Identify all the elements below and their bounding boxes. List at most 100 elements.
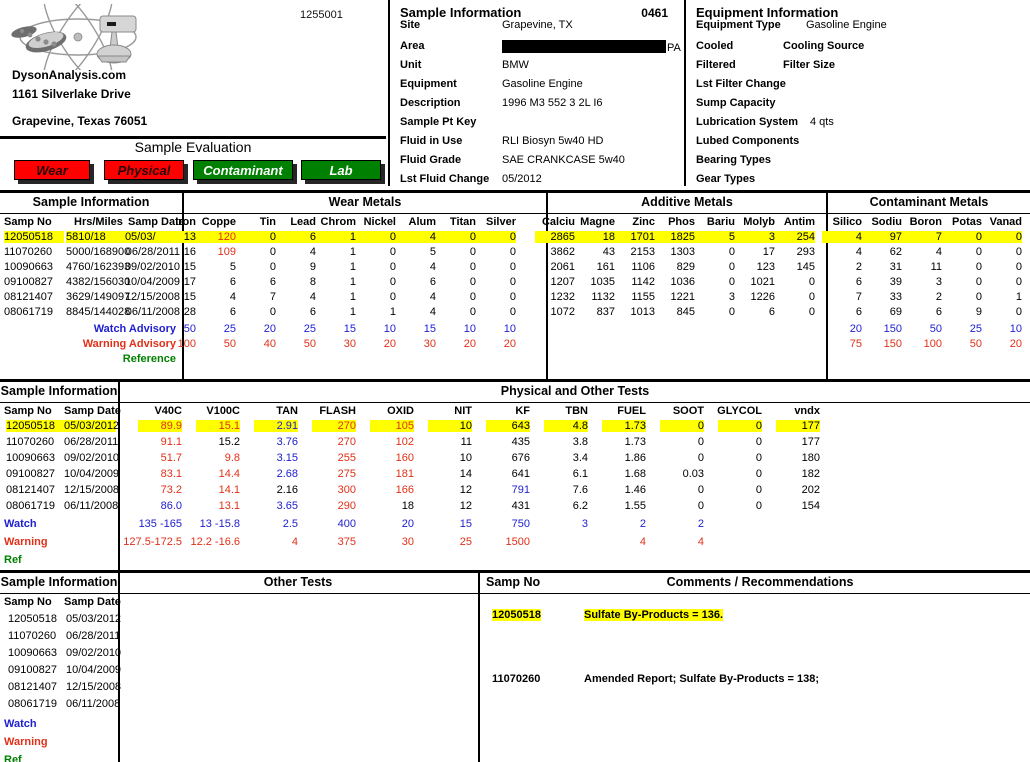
wear-metal-value: 8: [309, 276, 316, 288]
field-lst-filter-change: Lst Filter Change: [688, 78, 1030, 97]
wear-metals-header-silver: Silver: [486, 216, 516, 228]
field-unit: Unit BMW: [392, 59, 682, 78]
contaminant-metal-value: 0: [1015, 306, 1022, 318]
field-sample-pt-key: Sample Pt Key: [392, 116, 682, 135]
other-samp-date: 06/11/2008: [66, 698, 121, 710]
wear-metal-value: 4: [229, 291, 236, 303]
physical-test-value: 12: [459, 484, 472, 496]
physical-test-value: 676: [511, 452, 530, 464]
physical-test-value: 1.73: [624, 436, 646, 448]
physical-samp-no: 08061719: [6, 500, 55, 512]
field-site: Site Grapevine, TX: [392, 19, 682, 38]
field-site-value: Grapevine, TX: [502, 19, 573, 31]
field-equipment-label: Equipment: [400, 78, 457, 90]
physical-test-value: 0: [755, 436, 762, 448]
physical-test-value: 3.4: [572, 452, 588, 464]
physical-test-value: 14.4: [218, 468, 240, 480]
physical-watch-value: 3: [581, 518, 588, 530]
company-name: DysonAnalysis.com: [12, 68, 127, 82]
field-description-label: Description: [400, 97, 461, 109]
additive-metals-header-zinc: Zinc: [632, 216, 655, 228]
wear-metal-value: 6: [229, 276, 236, 288]
group-title-sample-information: Sample Information: [32, 195, 150, 209]
physical-test-value: 12: [459, 500, 472, 512]
field-sump-capacity-label: Sump Capacity: [696, 97, 776, 109]
physical-test-value: 0: [697, 452, 704, 464]
field-cooled-label: Cooled: [696, 40, 734, 52]
physical-header-soot: SOOT: [672, 405, 704, 417]
dyson-analysis-logo: [6, 4, 156, 70]
physical-group-underline: [0, 402, 1030, 403]
physical-warning-value: 12.2 -16.6: [190, 536, 240, 548]
wear-metal-value: 5: [229, 261, 236, 273]
other-tests-divider-2: [478, 573, 480, 762]
wear-metal-value: 9: [309, 261, 316, 273]
additive-metal-value: 145: [796, 261, 815, 273]
physical-test-value: 270: [337, 436, 356, 448]
field-lubrication-system-value: 4 qts: [810, 116, 834, 128]
eval-button-physical[interactable]: Physical: [104, 160, 184, 180]
field-lubrication-system: Lubrication System 4 qts: [688, 116, 1030, 135]
eval-button-contaminant[interactable]: Contaminant: [193, 160, 293, 180]
field-fluid-in-use-value: RLI Biosyn 5w40 HD: [502, 135, 604, 147]
field-lubed-components: Lubed Components: [688, 135, 1030, 154]
physical-test-value: 177: [776, 420, 820, 432]
contaminant-metal-value: 62: [889, 246, 902, 258]
wear-watch-value: 25: [223, 323, 236, 335]
field-area-label: Area: [400, 40, 425, 52]
additive-metals-header-phos: Phos: [668, 216, 695, 228]
physical-test-value: 13.1: [218, 500, 240, 512]
other-samp-no: 10090663: [8, 647, 57, 659]
field-fluid-in-use-label: Fluid in Use: [400, 135, 463, 147]
wear-watch-value: 15: [423, 323, 436, 335]
company-address-2: Grapevine, Texas 76051: [12, 114, 148, 128]
additive-metal-value: 5: [695, 231, 735, 243]
physical-test-value: 91.1: [160, 436, 182, 448]
group-title-sample-information-physical: Sample Information: [0, 384, 118, 398]
wear-metals-header-titan: Titan: [449, 216, 476, 228]
physical-test-value: 1.86: [624, 452, 646, 464]
other-samp-date: 12/15/2008: [66, 681, 122, 693]
physical-warning-value: 1500: [505, 536, 530, 548]
other-samp-date: 06/28/2011: [66, 630, 121, 642]
field-filtered-label: Filtered: [696, 59, 736, 71]
physical-warning-value: 25: [459, 536, 472, 548]
physical-warning-value: 4: [697, 536, 704, 548]
additive-metal-value: 1207: [550, 276, 575, 288]
wear-metal-value: 7: [269, 291, 276, 303]
other-samp-no: 08121407: [8, 681, 57, 693]
wear-metal-value: 15: [183, 291, 196, 303]
additive-metal-value: 17: [762, 246, 775, 258]
field-filter-size-label: Filter Size: [783, 59, 835, 71]
contaminant-metal-value: 2: [935, 291, 942, 303]
physical-test-value: 0: [718, 420, 762, 432]
company-address-1: 1161 Silverlake Drive: [12, 87, 131, 101]
additive-metals-header-calciu: Calciu: [541, 216, 575, 228]
wear-warning-value: 30: [423, 338, 436, 350]
contaminant-metals-header-boron: Boron: [909, 216, 942, 228]
field-area-redaction: [502, 40, 666, 53]
additive-metal-value: 845: [676, 306, 695, 318]
group-title-other-tests: Other Tests: [263, 575, 333, 589]
physical-test-value: 435: [511, 436, 530, 448]
field-gear-types-label: Gear Types: [696, 173, 756, 185]
additive-metal-value: 1825: [655, 231, 695, 243]
other-group-underline: [0, 593, 1030, 594]
physical-header-samp-date: Samp Date: [64, 405, 121, 417]
wear-watch-value: 25: [303, 323, 316, 335]
metals-samp-no: 12050518: [4, 231, 64, 243]
physical-test-value: 0: [755, 468, 762, 480]
eval-button-lab[interactable]: Lab: [301, 160, 381, 180]
physical-test-value: 0: [660, 420, 704, 432]
eval-button-wear[interactable]: Wear: [14, 160, 90, 180]
wear-metal-value: 1: [349, 261, 356, 273]
sample-code: 0461: [641, 6, 668, 20]
wear-watch-value: 10: [463, 323, 476, 335]
physical-test-value: 15.2: [218, 436, 240, 448]
wear-warning-value: 30: [343, 338, 356, 350]
contaminant-metal-value: 11: [930, 261, 942, 273]
wear-metal-value: 6: [276, 231, 316, 243]
physical-header-tan: TAN: [276, 405, 298, 417]
metals-reference-label: Reference: [122, 353, 176, 365]
additive-metal-value: 1013: [630, 306, 655, 318]
